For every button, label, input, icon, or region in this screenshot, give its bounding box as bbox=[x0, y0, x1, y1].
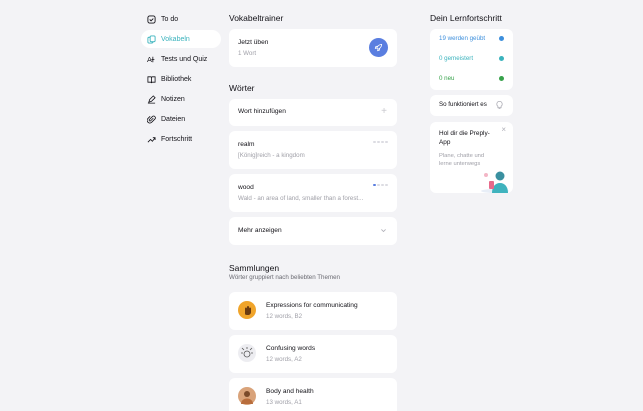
sidebar-item-label: Fortschritt bbox=[161, 135, 193, 143]
chevron-down-icon bbox=[381, 229, 386, 233]
plus-icon: + bbox=[381, 106, 387, 117]
collection-meta: 13 words, A1 bbox=[266, 399, 302, 406]
book-icon bbox=[147, 75, 156, 84]
progress-learning[interactable]: 19 werden geübt bbox=[439, 35, 485, 42]
app-promo-card: Hol dir die Preply-App Plane, chatte und… bbox=[430, 122, 513, 193]
practice-button[interactable] bbox=[369, 38, 388, 57]
collection-avatar bbox=[238, 387, 256, 405]
sidebar-item-todo[interactable]: To do bbox=[141, 10, 221, 28]
checkbox-icon bbox=[147, 14, 156, 24]
how-it-works-card[interactable]: So funktioniert es bbox=[430, 95, 513, 116]
trainer-title: Vokabeltrainer bbox=[229, 13, 284, 23]
sidebar-item-tests[interactable]: A Tests und Quiz bbox=[141, 50, 221, 68]
add-word-card[interactable]: Wort hinzufügen + bbox=[229, 99, 397, 126]
how-it-works-label: So funktioniert es bbox=[439, 101, 487, 108]
word-level-indicator bbox=[373, 184, 388, 186]
lightbulb-icon bbox=[496, 100, 503, 110]
sidebar: To do Vokabeln A Tests und Quiz Biblioth… bbox=[141, 10, 221, 150]
collection-card[interactable]: Confusing words 12 words, A2 bbox=[229, 335, 397, 373]
sidebar-item-label: Bibliothek bbox=[161, 75, 192, 83]
close-icon[interactable]: × bbox=[501, 126, 506, 134]
practice-title: Jetzt üben bbox=[238, 39, 269, 46]
collection-meta: 12 words, A2 bbox=[266, 356, 302, 363]
cards-icon bbox=[147, 34, 156, 44]
svg-text:A: A bbox=[147, 55, 152, 64]
practice-count: 1 Wort bbox=[238, 50, 257, 57]
sidebar-item-label: Dateien bbox=[161, 115, 186, 123]
app-promo-text: Plane, chatte und lerne unterwegs bbox=[439, 153, 485, 167]
show-more-card[interactable]: Mehr anzeigen bbox=[229, 217, 397, 245]
progress-card: 19 werden geübt 0 gemeistert 0 neu bbox=[430, 29, 513, 90]
collection-card[interactable]: Expressions for communicating 12 words, … bbox=[229, 292, 397, 330]
progress-new[interactable]: 0 neu bbox=[439, 75, 454, 82]
progress-title: Dein Lernfortschritt bbox=[430, 13, 502, 23]
illustration-icon bbox=[481, 171, 509, 193]
pen-icon bbox=[147, 94, 156, 104]
collections-title: Sammlungen bbox=[229, 263, 280, 273]
paperclip-icon bbox=[147, 115, 156, 124]
collection-avatar bbox=[238, 344, 256, 362]
sidebar-item-bibliothek[interactable]: Bibliothek bbox=[141, 70, 221, 88]
show-more-label: Mehr anzeigen bbox=[238, 227, 282, 234]
collection-name: Body and health bbox=[266, 388, 314, 395]
confusion-icon bbox=[241, 347, 253, 358]
sidebar-item-label: Tests und Quiz bbox=[161, 55, 208, 63]
collections-subtitle: Wörter gruppiert nach beliebten Themen bbox=[229, 274, 340, 281]
rocket-icon bbox=[374, 43, 383, 52]
trend-icon bbox=[147, 135, 156, 144]
add-word-label: Wort hinzufügen bbox=[238, 108, 286, 115]
person-icon bbox=[241, 391, 253, 404]
sidebar-item-fortschritt[interactable]: Fortschritt bbox=[141, 130, 221, 148]
progress-mastered[interactable]: 0 gemeistert bbox=[439, 55, 473, 62]
word-definition: [König]reich - a kingdom bbox=[238, 152, 305, 159]
collection-card[interactable]: Body and health 13 words, A1 bbox=[229, 378, 397, 411]
sidebar-item-notizen[interactable]: Notizen bbox=[141, 90, 221, 108]
collection-meta: 12 words, B2 bbox=[266, 313, 303, 320]
quiz-icon: A bbox=[147, 55, 156, 64]
sidebar-item-dateien[interactable]: Dateien bbox=[141, 110, 221, 128]
word-term: realm bbox=[238, 141, 255, 148]
new-dot bbox=[499, 76, 504, 81]
learning-dot bbox=[499, 36, 504, 41]
sidebar-item-label: Notizen bbox=[161, 95, 185, 103]
collection-avatar bbox=[238, 301, 256, 319]
sidebar-item-label: Vokabeln bbox=[161, 35, 190, 43]
sidebar-item-vokabeln[interactable]: Vokabeln bbox=[141, 30, 221, 48]
word-term: wood bbox=[238, 184, 254, 191]
app-promo-title: Hol dir die Preply-App bbox=[439, 130, 490, 146]
practice-card[interactable]: Jetzt üben 1 Wort bbox=[229, 29, 397, 67]
mastered-dot bbox=[499, 56, 504, 61]
word-card-wood[interactable]: wood Wald - an area of land, smaller tha… bbox=[229, 174, 397, 212]
word-level-indicator bbox=[373, 141, 388, 143]
word-definition: Wald - an area of land, smaller than a f… bbox=[238, 195, 364, 202]
hand-icon bbox=[245, 306, 251, 315]
collection-name: Expressions for communicating bbox=[266, 302, 358, 309]
words-title: Wörter bbox=[229, 83, 255, 93]
collection-name: Confusing words bbox=[266, 345, 316, 352]
word-card-realm[interactable]: realm [König]reich - a kingdom bbox=[229, 131, 397, 169]
sidebar-item-label: To do bbox=[161, 15, 179, 23]
